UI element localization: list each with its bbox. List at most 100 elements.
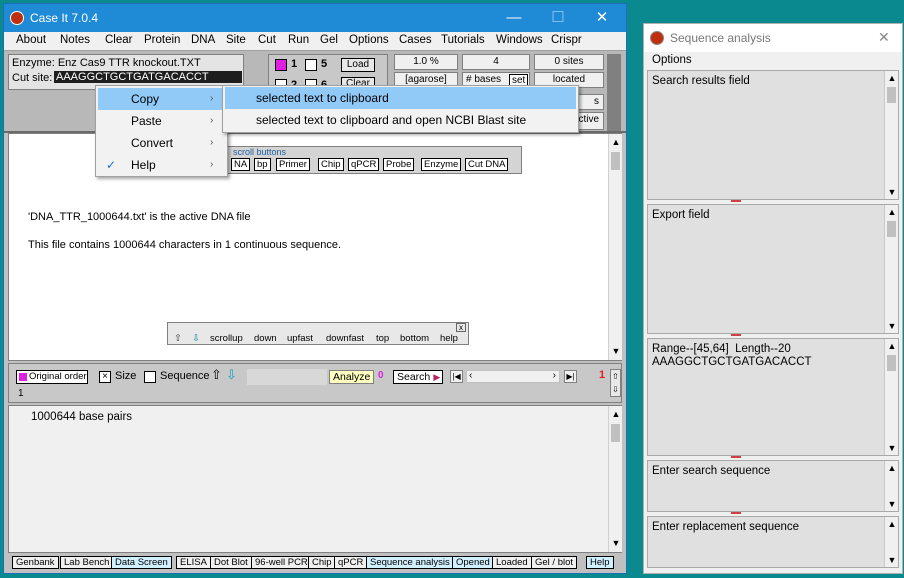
menu-run[interactable]: Run <box>288 34 309 46</box>
ex-scroll-thumb[interactable] <box>887 221 896 237</box>
menu-tutorials[interactable]: Tutorials <box>441 34 485 46</box>
bp-button[interactable]: bp <box>254 158 271 171</box>
menu-crispr[interactable]: Crispr <box>551 34 582 46</box>
top-button[interactable]: top <box>376 333 389 344</box>
menu-about[interactable]: About <box>16 34 46 46</box>
seq-close-button[interactable]: ✕ <box>878 29 890 46</box>
bases-count-field[interactable]: 4 <box>462 54 530 70</box>
status-help[interactable]: Help <box>586 556 614 569</box>
ctx-paste[interactable]: Paste › <box>98 110 226 132</box>
splitter-mark[interactable] <box>731 512 741 514</box>
cut-site-value[interactable]: AAAGGCTGCTGATGACACCT <box>54 71 242 83</box>
chip-button[interactable]: Chip <box>318 158 344 171</box>
output-text-area[interactable]: 1000644 base pairs ▲ ▼ <box>8 405 622 553</box>
rg-scroll-thumb[interactable] <box>887 355 896 371</box>
splitter-mark[interactable] <box>731 200 741 202</box>
up-outline-arrow-icon[interactable]: ⇧ <box>211 367 222 383</box>
menu-dna[interactable]: DNA <box>191 34 215 46</box>
horizontal-scrollbar[interactable]: ‹ › <box>466 370 560 383</box>
sr-scroll-down-icon[interactable]: ▼ <box>885 187 899 197</box>
ss-scroll-down-icon[interactable]: ▼ <box>885 499 899 509</box>
scrollup-button[interactable]: scrollup <box>210 333 243 344</box>
ctx-help[interactable]: ✓ Help › <box>98 154 226 176</box>
upfast-button[interactable]: upfast <box>287 333 313 344</box>
scroll-down-icon[interactable]: ▼ <box>609 346 623 356</box>
menu-cases[interactable]: Cases <box>399 34 432 46</box>
splitter-mark[interactable] <box>731 334 741 336</box>
menu-clear[interactable]: Clear <box>105 34 132 46</box>
copy-to-clipboard-item[interactable]: selected text to clipboard <box>225 87 576 109</box>
sr-scroll-thumb[interactable] <box>887 87 896 103</box>
search-sequence-input[interactable]: Enter search sequence ▲ ▼ <box>647 460 899 512</box>
dna-button[interactable]: NA <box>231 158 251 171</box>
maximize-button[interactable]: ☐ <box>536 8 580 28</box>
ex-scroll-up-icon[interactable]: ▲ <box>885 207 899 217</box>
down-cyan-arrow-icon[interactable]: ⇩ <box>226 367 237 383</box>
seq-title-bar[interactable]: Sequence analysis ✕ <box>644 24 902 52</box>
output-scroll-up-icon[interactable]: ▲ <box>609 409 623 419</box>
search-results-field[interactable]: Search results field ▲ ▼ <box>647 70 899 200</box>
status-genbank[interactable]: Genbank <box>12 556 59 569</box>
rg-scroll-up-icon[interactable]: ▲ <box>885 341 899 351</box>
output-scroll-thumb[interactable] <box>611 424 620 442</box>
enzyme-button[interactable]: Enzyme <box>421 158 462 171</box>
original-order-button[interactable]: Original order <box>16 370 88 384</box>
status-qpcr[interactable]: qPCR <box>334 556 368 569</box>
ss-scrollbar[interactable]: ▲ ▼ <box>884 461 898 511</box>
status-gel-blot[interactable]: Gel / blot <box>531 556 578 569</box>
help-button[interactable]: help <box>440 333 458 344</box>
status-sequence-analysis[interactable]: Sequence analysis <box>366 556 454 569</box>
lane-1-checkbox[interactable] <box>275 59 287 71</box>
status-chip[interactable]: Chip <box>308 556 336 569</box>
down-arrow-icon[interactable]: ⇩ <box>192 333 200 344</box>
lane-5-checkbox[interactable] <box>305 59 317 71</box>
rs-scrollbar[interactable]: ▲ ▼ <box>884 517 898 567</box>
qpcr-button[interactable]: qPCR <box>348 158 380 171</box>
size-checkbox[interactable]: × <box>99 371 111 383</box>
export-scrollbar[interactable]: ▲ ▼ <box>884 205 898 333</box>
rs-scroll-down-icon[interactable]: ▼ <box>885 555 899 565</box>
primer-button[interactable]: Primer <box>276 158 310 171</box>
ss-scroll-up-icon[interactable]: ▲ <box>885 463 899 473</box>
first-page-icon[interactable]: |◀ <box>450 370 463 383</box>
sr-scroll-up-icon[interactable]: ▲ <box>885 73 899 83</box>
down-button[interactable]: down <box>254 333 277 344</box>
range-field[interactable]: Range--[45,64] Length--20 AAAGGCTGCTGATG… <box>647 338 899 456</box>
cut-dna-button[interactable]: Cut DNA <box>465 158 509 171</box>
output-scroll-down-icon[interactable]: ▼ <box>609 538 623 548</box>
status-data-screen[interactable]: Data Screen <box>111 556 172 569</box>
copy-and-open-blast-item[interactable]: selected text to clipboard and open NCBI… <box>225 109 576 131</box>
rs-scroll-up-icon[interactable]: ▲ <box>885 519 899 529</box>
content-scrollbar[interactable]: ▲ ▼ <box>608 134 622 360</box>
status-opened[interactable]: Opened <box>452 556 494 569</box>
scroll-up-icon[interactable]: ▲ <box>609 137 623 147</box>
up-arrow-icon[interactable]: ⇧ <box>174 333 182 344</box>
bottom-button[interactable]: bottom <box>400 333 429 344</box>
status-elisa[interactable]: ELISA <box>176 556 211 569</box>
analyze-button[interactable]: Analyze <box>329 370 375 384</box>
rg-scroll-down-icon[interactable]: ▼ <box>885 443 899 453</box>
menu-site[interactable]: Site <box>226 34 246 46</box>
menu-options[interactable]: Options <box>349 34 389 46</box>
output-scrollbar[interactable]: ▲ ▼ <box>608 406 622 552</box>
ctx-convert[interactable]: Convert › <box>98 132 226 154</box>
status-lab-bench[interactable]: Lab Bench <box>60 556 114 569</box>
title-bar[interactable]: Case It 7.0.4 — ☐ ✕ <box>4 4 626 32</box>
probe-button[interactable]: Probe <box>383 158 415 171</box>
downfast-button[interactable]: downfast <box>326 333 364 344</box>
status-dot-blot[interactable]: Dot Blot <box>210 556 252 569</box>
close-button[interactable]: ✕ <box>580 8 624 28</box>
menu-windows[interactable]: Windows <box>496 34 543 46</box>
load-button[interactable]: Load <box>341 58 375 72</box>
menu-cut[interactable]: Cut <box>258 34 276 46</box>
scroll-left-icon[interactable]: ‹ <box>469 370 472 381</box>
seq-options-menu[interactable]: Options <box>652 54 692 66</box>
scroll-panel-close-icon[interactable]: x <box>456 323 466 332</box>
search-button[interactable]: Search ▶ <box>393 370 444 384</box>
sequence-checkbox[interactable] <box>144 371 156 383</box>
percent-field[interactable]: 1.0 % <box>394 54 458 70</box>
menu-protein[interactable]: Protein <box>144 34 180 46</box>
status-loaded[interactable]: Loaded <box>492 556 532 569</box>
page-stepper[interactable]: ⇧ ⇩ <box>610 369 621 397</box>
last-page-icon[interactable]: ▶| <box>564 370 577 383</box>
